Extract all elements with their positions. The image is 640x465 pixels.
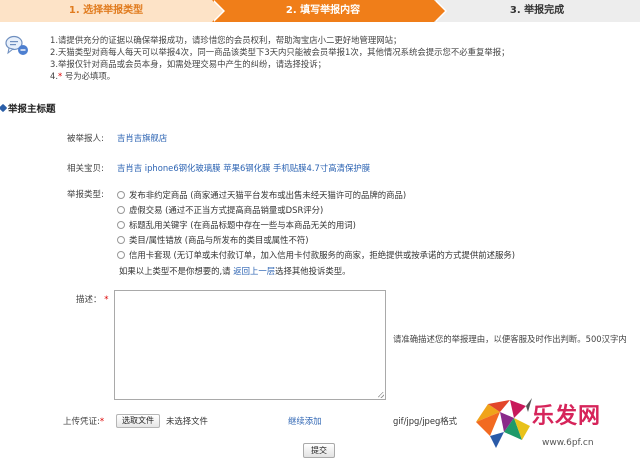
resize-handle-icon[interactable] bbox=[378, 392, 384, 398]
step-1-label: 1. 选择举报类型 bbox=[68, 5, 144, 16]
notice-line-2: 2.天猫类型对商每人每天可以举报4次，同一商品该类型下3天内只能被会员举报1次，… bbox=[50, 47, 510, 57]
radio-button[interactable] bbox=[117, 251, 125, 259]
option-label: 虚假交易 (通过不正当方式提高商品销量或DSR评分) bbox=[129, 205, 324, 215]
notice-line-1: 1.请提供充分的证据以确保举报成功，请珍惜您的会员权利，帮助淘宝店小二更好地管理… bbox=[50, 35, 402, 45]
watermark-name: 乐发网 bbox=[532, 403, 602, 429]
step-2-label: 2. 填写举报内容 bbox=[285, 5, 361, 16]
back-link[interactable]: 返回上一层 bbox=[233, 266, 275, 276]
report-type-label: 举报类型: bbox=[67, 190, 104, 200]
section-title-text: 举报主标题 bbox=[8, 104, 56, 115]
radio-button[interactable] bbox=[117, 221, 125, 229]
choose-file-button[interactable]: 选取文件 bbox=[116, 414, 160, 428]
description-label-text: 描述： bbox=[76, 295, 102, 305]
upload-required-star: * bbox=[99, 417, 105, 427]
step-3-label: 3. 举报完成 bbox=[509, 5, 565, 16]
option-label: 类目/属性错放 (商品与所发布的类目或属性不符) bbox=[129, 235, 309, 245]
progress-steps: 1. 选择举报类型 2. 填写举报内容 3. 举报完成 bbox=[0, 0, 640, 22]
notice-chat-icon bbox=[5, 35, 28, 55]
notice-line-4-prefix: 4. bbox=[50, 71, 58, 81]
upload-label: 上传凭证:* bbox=[63, 415, 104, 427]
radio-button[interactable] bbox=[117, 191, 125, 199]
step-3: 3. 举报完成 bbox=[434, 0, 640, 22]
step-1: 1. 选择举报类型 bbox=[0, 0, 225, 22]
report-type-footer: 如果以上类型不是你想要的,请 返回上一层选择其他投诉类型。 bbox=[119, 265, 350, 277]
reported-user-link[interactable]: 吉肖吉旗舰店 bbox=[117, 132, 167, 144]
watermark-bull-logo-icon bbox=[476, 398, 532, 448]
report-type-option-3[interactable]: 标题乱用关键字 (在商品标题中存在一些与本商品无关的用词) bbox=[117, 219, 356, 231]
description-textarea[interactable] bbox=[114, 290, 386, 400]
radio-button[interactable] bbox=[117, 236, 125, 244]
related-item-label: 相关宝贝: bbox=[67, 164, 104, 174]
file-status: 未选择文件 bbox=[166, 416, 208, 426]
required-note: 号为必填项。 bbox=[64, 71, 116, 81]
file-format-note: gif/jpg/jpeg格式 bbox=[393, 416, 458, 426]
required-star: * bbox=[58, 71, 63, 81]
notice-line-3: 3.举报仅针对商品或会员本身，如需处理交易中产生的纠纷，请选择投诉； bbox=[50, 59, 326, 69]
footer-prefix: 如果以上类型不是你想要的,请 bbox=[119, 266, 231, 276]
step-2-active: 2. 填写举报内容 bbox=[212, 0, 447, 22]
add-more-link[interactable]: 继续添加 bbox=[288, 415, 322, 427]
notice-line-4: 4.* 号为必填项。 bbox=[50, 70, 635, 82]
report-type-option-2[interactable]: 虚假交易 (通过不正当方式提高商品销量或DSR评分) bbox=[117, 204, 323, 216]
option-label: 标题乱用关键字 (在商品标题中存在一些与本商品无关的用词) bbox=[129, 220, 356, 230]
section-bullet-icon bbox=[0, 103, 8, 113]
related-item-link[interactable]: 吉肖吉 iphone6钢化玻璃膜 苹果6钢化膜 手机贴膜4.7寸高清保护膜 bbox=[117, 162, 370, 174]
radio-button[interactable] bbox=[117, 206, 125, 214]
submit-button[interactable]: 提交 bbox=[303, 443, 335, 458]
description-required-star: * bbox=[104, 295, 109, 305]
report-type-option-5[interactable]: 信用卡套现 (无订单或未付款订单，加入信用卡付款服务的商家，拒绝提供或按承诺的方… bbox=[117, 249, 515, 261]
option-label: 信用卡套现 (无订单或未付款订单，加入信用卡付款服务的商家，拒绝提供或按承诺的方… bbox=[129, 250, 516, 260]
option-label: 发布非约定商品 (商家通过天猫平台发布或出售未经天猫许可的品牌的商品) bbox=[129, 190, 407, 200]
upload-label-text: 上传凭证: bbox=[63, 417, 100, 427]
footer-suffix: 选择其他投诉类型。 bbox=[275, 266, 351, 276]
description-label: 描述： * bbox=[76, 293, 108, 305]
report-type-option-4[interactable]: 类目/属性错放 (商品与所发布的类目或属性不符) bbox=[117, 234, 309, 246]
reported-user-label: 被举报人: bbox=[67, 134, 104, 144]
description-hint: 请准确描述您的举报理由，以便客服及时作出判断。500汉字内 bbox=[393, 334, 627, 344]
watermark-url: www.6pf.cn bbox=[542, 438, 594, 448]
watermark: 乐发网 www.6pf.cn bbox=[470, 388, 640, 465]
report-type-option-1[interactable]: 发布非约定商品 (商家通过天猫平台发布或出售未经天猫许可的品牌的商品) bbox=[117, 189, 406, 201]
section-title: 举报主标题 bbox=[0, 101, 56, 115]
